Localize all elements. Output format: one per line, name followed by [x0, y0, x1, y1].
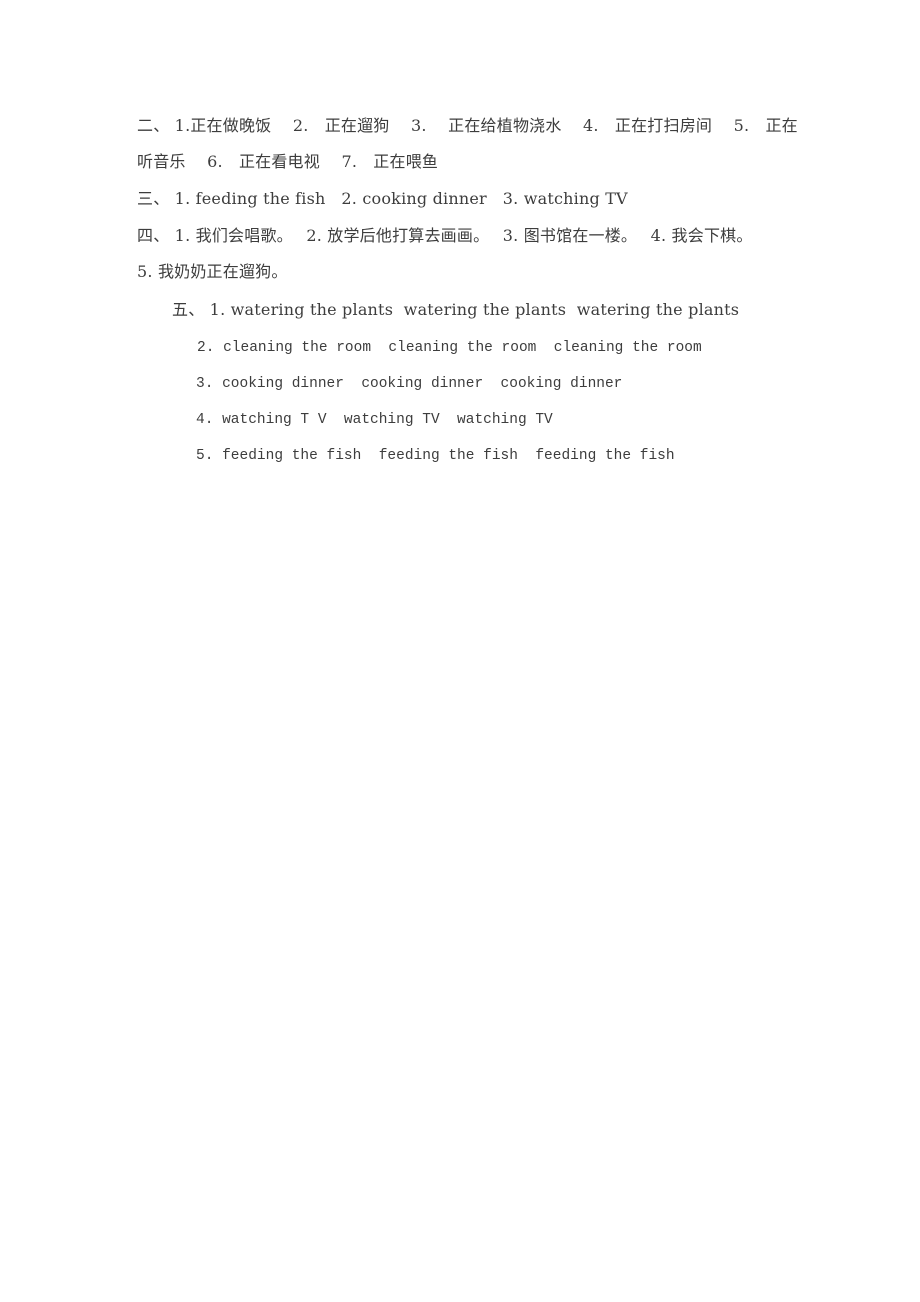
section-five-line-3: 3. cooking dinner cooking dinner cooking… [196, 376, 623, 392]
section-three-line-1: 三、 1. feeding the fish 2. cooking dinner… [137, 189, 628, 208]
section-five-line-1: 五、 1. watering the plants watering the p… [172, 300, 740, 319]
section-two-line-1: 二、 1.正在做晚饭 2. 正在遛狗 3. 正在给植物浇水 4. 正在打扫房间 … [137, 116, 798, 135]
section-five-line-2: 2. cleaning the room cleaning the room c… [197, 340, 702, 356]
section-four-line-1: 四、 1. 我们会唱歌。 2. 放学后他打算去画画。 3. 图书馆在一楼。 4.… [137, 226, 753, 245]
section-five-line-4: 4. watching T V watching TV watching TV [196, 412, 553, 428]
document-page: 二、 1.正在做晚饭 2. 正在遛狗 3. 正在给植物浇水 4. 正在打扫房间 … [0, 0, 920, 1302]
section-four-line-2: 5. 我奶奶正在遛狗。 [137, 262, 288, 281]
section-two-line-2: 听音乐 6. 正在看电视 7. 正在喂鱼 [137, 152, 439, 171]
section-five-line-5: 5. feeding the fish feeding the fish fee… [196, 448, 675, 464]
